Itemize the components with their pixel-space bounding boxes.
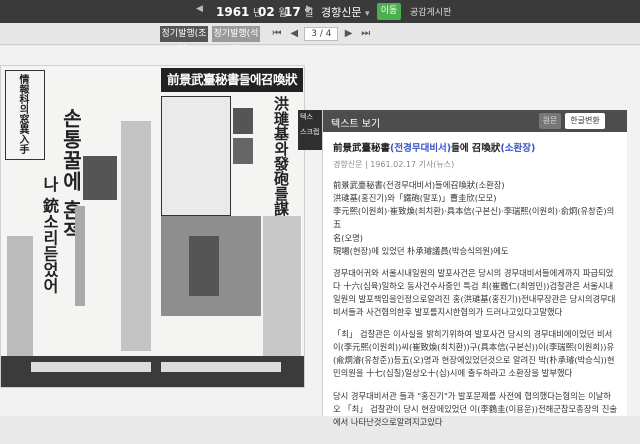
article-paragraph-2: 경무대어귀와 서울시내일원의 발포사건은 당시의 경무대비서들에게까지 파급되었… xyxy=(333,267,616,318)
scrap-tab[interactable]: 스크랩 xyxy=(300,127,322,137)
para-line: 李元熙(이원희)·崔致煥(최치환)·具本信(구본신)·李瑞熙(이원희)·俞炯(유… xyxy=(333,206,615,230)
title-reading: (소환장) xyxy=(500,143,536,154)
text-column-left xyxy=(7,236,33,356)
text-column-mid xyxy=(121,121,151,351)
para-line: 現場(현장)에 있었던 朴承璿議員(박승식의원)에도 xyxy=(333,245,509,256)
article-text-area: 前景武臺秘書(전경무대비서)들에 召喚狀(소환장) 경향신문 | 1961.02… xyxy=(323,132,627,444)
headline-intel: 情報科의窓異入手 xyxy=(17,74,28,154)
ad-text xyxy=(31,362,151,372)
side-tab-strip: 텍스 스크랩 xyxy=(298,110,324,150)
title-part: 들에 召喚狀 xyxy=(451,143,501,154)
title-part: 前景武臺秘書 xyxy=(333,143,391,154)
small-portrait xyxy=(233,108,253,134)
article-paragraph-3: 「최」 검찰관은 이사실을 밝히기위하여 발포사건 당시의 경무대비에이었던 비… xyxy=(333,329,615,379)
tab-evening-edition[interactable]: 정기발행(석간) xyxy=(212,26,260,55)
top-navigation-bar: ◀ 1961 년 02 월 17 일 ▶ 경향신문 ▾ 이동 공감게시판 xyxy=(0,0,640,23)
para-line: 洪璡基(홍진기)와「鐵砲(말포)」曹圭欣(모모) xyxy=(333,193,497,204)
para-line: 名(오명) xyxy=(333,232,364,243)
newspaper-page-image[interactable]: 情報科의窓異入手 손통꿀에 혼적 나 銃소리듣었어 前景武臺秘書들에召喚狀 洪璡… xyxy=(0,65,305,388)
small-portrait-2 xyxy=(233,138,253,164)
prev-page-icon[interactable]: ◀ xyxy=(287,28,301,39)
headline-hong: 洪璡基와發砲를謀議 xyxy=(272,96,290,231)
title-reading: (전경무대비서) xyxy=(390,143,452,154)
text-column xyxy=(75,206,85,306)
panel-title: 텍스트 보기 xyxy=(331,119,381,130)
publisher-label: 경향신문 xyxy=(321,6,362,19)
day-value: 17 xyxy=(284,5,301,19)
month-value: 02 xyxy=(258,5,275,19)
para-line: 前景武臺秘書(전경무대비서)들에召喚狀(소환장) xyxy=(333,180,505,191)
total-pages: / 4 xyxy=(319,29,332,39)
text-column-right xyxy=(263,216,301,356)
year-selector[interactable]: 1961 년 xyxy=(216,4,262,19)
prev-date-arrow-icon[interactable]: ◀ xyxy=(196,4,203,14)
headline-gunshot: 나 銃소리듣었어 xyxy=(40,176,59,294)
original-text-button[interactable]: 원문 xyxy=(539,113,561,129)
page-number-field[interactable]: 3 / 4 xyxy=(304,27,339,41)
portrait-photo xyxy=(83,156,117,200)
move-button[interactable]: 이동 xyxy=(377,3,401,20)
text-tab[interactable]: 텍스 xyxy=(300,112,322,122)
tab-morning-edition[interactable]: 정기발행(조간) xyxy=(160,26,208,55)
edition-toolbar: 정기발행(조간) 정기발행(석간) ⏮ ◀ 3 / 4 ▶ ⏭ xyxy=(0,23,640,55)
photo-figure xyxy=(189,236,219,296)
text-view-panel: 텍스트 보기 원문 한글변환 前景武臺秘書(전경무대비서)들에 召喚狀(소환장)… xyxy=(322,110,627,427)
article-meta: 경향신문 | 1961.02.17 기사(뉴스) xyxy=(333,160,455,170)
next-date-arrow-icon[interactable]: ▶ xyxy=(306,4,313,14)
notice-board-link[interactable]: 공감게시판 xyxy=(410,5,451,18)
month-selector[interactable]: 02 월 xyxy=(258,4,287,19)
page-navigator: ⏮ ◀ 3 / 4 ▶ ⏭ xyxy=(270,27,373,41)
article-title: 前景武臺秘書(전경무대비서)들에 召喚狀(소환장) xyxy=(333,142,617,155)
first-page-icon[interactable]: ⏮ xyxy=(270,28,284,39)
publisher-select[interactable]: 경향신문 ▾ xyxy=(321,4,370,20)
article-paragraph-4: 당시 경무대비서관 들과 "홍진기"가 발포문제를 사전에 협의했다는혐의는 이… xyxy=(333,390,617,427)
current-page: 3 xyxy=(311,29,317,39)
article-box xyxy=(161,96,231,216)
ad-text-2 xyxy=(161,362,281,372)
panel-header: 텍스트 보기 원문 한글변환 xyxy=(323,110,627,132)
last-page-icon[interactable]: ⏭ xyxy=(359,28,373,39)
article-paragraph-1: 前景武臺秘書(전경무대비서)들에召喚狀(소환장) 洪璡基(홍진기)와「鐵砲(말포… xyxy=(333,179,617,258)
year-value: 1961 xyxy=(216,5,250,19)
advertisement-strip xyxy=(1,356,304,387)
main-headline: 前景武臺秘書들에召喚狀 xyxy=(161,68,303,92)
chevron-down-icon: ▾ xyxy=(364,9,370,19)
next-page-icon[interactable]: ▶ xyxy=(342,28,356,39)
hangul-convert-button[interactable]: 한글변환 xyxy=(565,113,605,129)
